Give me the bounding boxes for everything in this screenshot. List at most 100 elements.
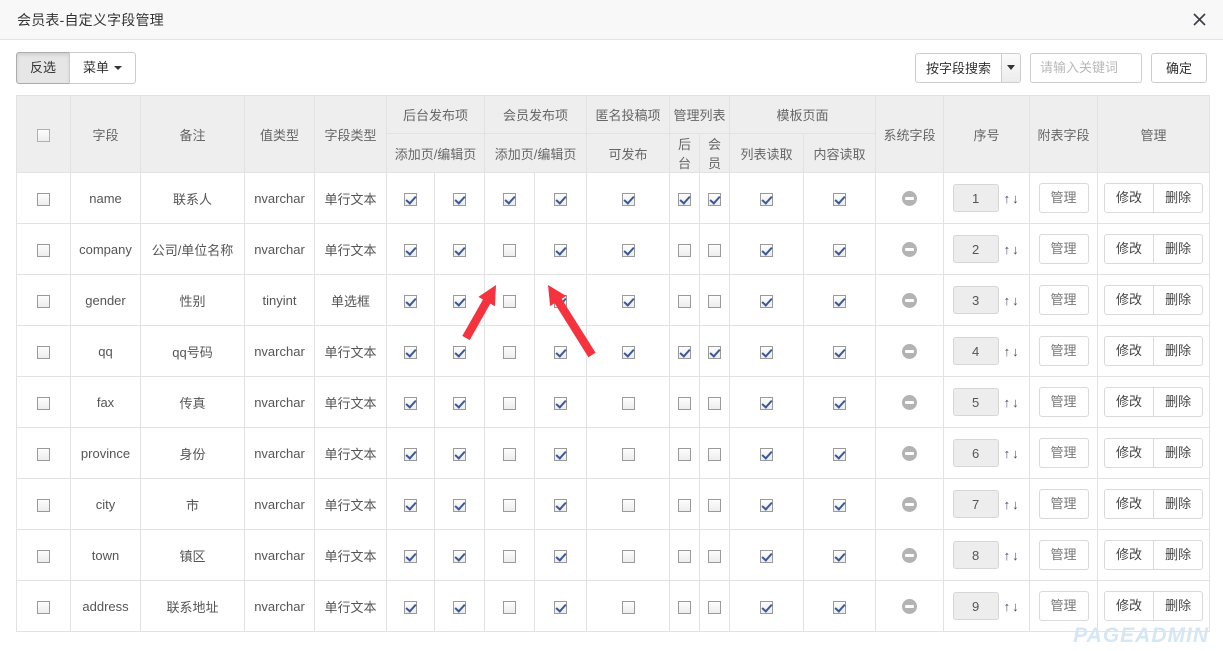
sub-table-manage-button[interactable]: 管理 [1038, 183, 1089, 213]
backend-publish-edit-checkbox[interactable] [453, 549, 466, 563]
anonymous-publishable-checkbox[interactable] [621, 549, 635, 563]
minus-circle-icon[interactable] [902, 395, 918, 411]
order-move-arrows[interactable]: ↑↓ [1004, 242, 1021, 257]
backend-publish-add-checkbox[interactable] [404, 345, 417, 359]
template-content-read-checkbox[interactable] [833, 345, 847, 359]
list-member-checkbox[interactable] [708, 396, 722, 410]
edit-button[interactable]: 修改 [1104, 387, 1155, 417]
chevron-down-icon[interactable] [1000, 53, 1020, 82]
list-backend-checkbox[interactable] [678, 294, 692, 308]
edit-button[interactable]: 修改 [1104, 438, 1155, 468]
order-input[interactable] [952, 286, 999, 314]
sub-table-manage-button[interactable]: 管理 [1038, 438, 1089, 468]
edit-button[interactable]: 修改 [1104, 591, 1155, 621]
template-list-read-checkbox[interactable] [760, 192, 774, 206]
minus-circle-icon[interactable] [902, 344, 918, 360]
delete-button[interactable]: 删除 [1153, 285, 1204, 315]
member-publish-edit-checkbox[interactable] [554, 294, 568, 308]
list-member-checkbox[interactable] [708, 243, 722, 257]
move-down-icon[interactable]: ↓ [1012, 497, 1021, 512]
backend-publish-add-checkbox[interactable] [404, 192, 417, 206]
backend-publish-edit-checkbox[interactable] [453, 192, 466, 206]
template-content-read-checkbox[interactable] [833, 243, 847, 257]
row-select-checkbox[interactable] [37, 447, 50, 461]
backend-publish-edit-checkbox[interactable] [453, 294, 466, 308]
order-move-arrows[interactable]: ↑↓ [1004, 548, 1021, 563]
move-up-icon[interactable]: ↑ [1004, 395, 1013, 410]
move-down-icon[interactable]: ↓ [1012, 599, 1021, 614]
backend-publish-edit-checkbox[interactable] [453, 396, 466, 410]
delete-button[interactable]: 删除 [1153, 489, 1204, 519]
list-backend-checkbox[interactable] [678, 345, 692, 359]
backend-publish-add-checkbox[interactable] [404, 243, 417, 257]
invert-selection-button[interactable]: 反选 [16, 51, 71, 84]
row-select-checkbox[interactable] [37, 549, 50, 563]
member-publish-add-checkbox[interactable] [503, 243, 517, 257]
move-down-icon[interactable]: ↓ [1012, 293, 1021, 308]
order-input[interactable] [952, 235, 999, 263]
backend-publish-edit-checkbox[interactable] [453, 600, 466, 614]
edit-button[interactable]: 修改 [1104, 489, 1155, 519]
anonymous-publishable-checkbox[interactable] [621, 243, 635, 257]
minus-circle-icon[interactable] [902, 191, 918, 207]
list-member-checkbox[interactable] [708, 549, 722, 563]
move-down-icon[interactable]: ↓ [1012, 395, 1021, 410]
member-publish-add-checkbox[interactable] [503, 549, 517, 563]
row-select-checkbox[interactable] [37, 192, 50, 206]
order-move-arrows[interactable]: ↑↓ [1004, 395, 1021, 410]
list-member-checkbox[interactable] [708, 600, 722, 614]
list-backend-checkbox[interactable] [678, 192, 692, 206]
row-select-checkbox[interactable] [37, 498, 50, 512]
order-input[interactable] [952, 439, 999, 467]
template-list-read-checkbox[interactable] [760, 549, 774, 563]
sub-table-manage-button[interactable]: 管理 [1038, 234, 1089, 264]
sub-table-manage-button[interactable]: 管理 [1038, 540, 1089, 570]
list-backend-checkbox[interactable] [678, 396, 692, 410]
backend-publish-edit-checkbox[interactable] [453, 243, 466, 257]
member-publish-add-checkbox[interactable] [503, 294, 517, 308]
list-backend-checkbox[interactable] [678, 243, 692, 257]
member-publish-add-checkbox[interactable] [503, 498, 517, 512]
edit-button[interactable]: 修改 [1104, 183, 1155, 213]
order-input[interactable] [952, 184, 999, 212]
move-up-icon[interactable]: ↑ [1004, 599, 1013, 614]
anonymous-publishable-checkbox[interactable] [621, 396, 635, 410]
anonymous-publishable-checkbox[interactable] [621, 345, 635, 359]
member-publish-add-checkbox[interactable] [503, 600, 517, 614]
member-publish-add-checkbox[interactable] [503, 345, 517, 359]
template-list-read-checkbox[interactable] [760, 396, 774, 410]
order-input[interactable] [952, 592, 999, 620]
row-select-checkbox[interactable] [37, 396, 50, 410]
list-member-checkbox[interactable] [708, 498, 722, 512]
move-down-icon[interactable]: ↓ [1012, 548, 1021, 563]
edit-button[interactable]: 修改 [1104, 336, 1155, 366]
move-down-icon[interactable]: ↓ [1012, 242, 1021, 257]
move-up-icon[interactable]: ↑ [1004, 293, 1013, 308]
backend-publish-add-checkbox[interactable] [404, 294, 417, 308]
order-input[interactable] [952, 337, 999, 365]
order-move-arrows[interactable]: ↑↓ [1004, 293, 1021, 308]
list-backend-checkbox[interactable] [678, 498, 692, 512]
order-move-arrows[interactable]: ↑↓ [1004, 497, 1021, 512]
member-publish-edit-checkbox[interactable] [554, 192, 568, 206]
delete-button[interactable]: 删除 [1153, 336, 1204, 366]
template-content-read-checkbox[interactable] [833, 447, 847, 461]
move-down-icon[interactable]: ↓ [1012, 344, 1021, 359]
template-list-read-checkbox[interactable] [760, 294, 774, 308]
template-list-read-checkbox[interactable] [760, 447, 774, 461]
minus-circle-icon[interactable] [902, 446, 918, 462]
move-down-icon[interactable]: ↓ [1012, 446, 1021, 461]
backend-publish-edit-checkbox[interactable] [453, 447, 466, 461]
anonymous-publishable-checkbox[interactable] [621, 600, 635, 614]
anonymous-publishable-checkbox[interactable] [621, 498, 635, 512]
template-content-read-checkbox[interactable] [833, 498, 847, 512]
member-publish-edit-checkbox[interactable] [554, 396, 568, 410]
move-up-icon[interactable]: ↑ [1004, 191, 1013, 206]
member-publish-edit-checkbox[interactable] [554, 345, 568, 359]
list-member-checkbox[interactable] [708, 192, 722, 206]
template-content-read-checkbox[interactable] [833, 294, 847, 308]
search-input[interactable] [1029, 52, 1142, 83]
backend-publish-add-checkbox[interactable] [404, 447, 417, 461]
backend-publish-edit-checkbox[interactable] [453, 345, 466, 359]
move-up-icon[interactable]: ↑ [1004, 497, 1013, 512]
